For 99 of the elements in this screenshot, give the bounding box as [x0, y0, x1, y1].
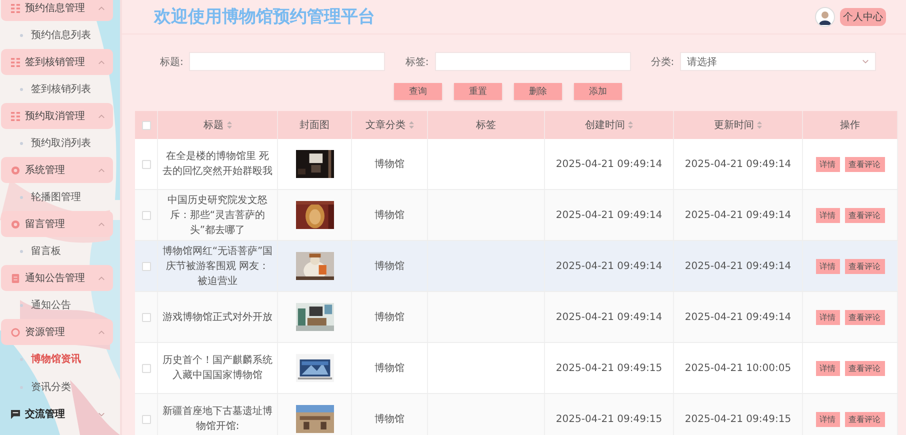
input-field[interactable] — [434, 52, 631, 71]
row-action-button[interactable]: 查看评论 — [844, 258, 884, 274]
profile-button[interactable]: 个人中心 — [840, 8, 886, 26]
chat-icon — [11, 410, 20, 418]
chevron-icon — [98, 222, 105, 226]
chevron-icon — [98, 6, 105, 10]
row-action-button[interactable]: 详情 — [816, 156, 840, 172]
table-cell-text: 历史首个！国产麒麟系统入藏中国国家博物馆 — [162, 354, 274, 383]
menu-group[interactable]: 签到核销管理 — [1, 49, 113, 75]
table-cell: 2025-04-21 09:49:14 — [556, 260, 662, 272]
sort-icon[interactable] — [226, 121, 232, 129]
action-button[interactable]: 删除 — [514, 83, 562, 100]
table-cell-text: 博物馆 — [374, 158, 404, 171]
table-cell-text: 博物馆 — [374, 310, 404, 324]
table-row[interactable]: 游戏博物馆正式对外开放 博物馆 2025-04-21 09:49:14 2025-04-21 09:49:14 详情 查看评论 — [135, 292, 898, 343]
grid-icon — [11, 58, 20, 66]
table-row[interactable]: 博物馆网红“无语菩萨”国庆节被游客围观 网友：被迫营业 博物馆 2025-04-21 09:49:14 2025-04-21 09:49:14 详情 查看评论 — [135, 241, 898, 292]
row-action-button[interactable]: 详情 — [816, 360, 840, 376]
menu-item[interactable]: 签到核销列表 — [0, 75, 120, 103]
chevron-icon — [98, 276, 105, 280]
menu-group[interactable]: 资源管理 — [1, 319, 113, 345]
action-button[interactable]: 重置 — [454, 83, 502, 100]
row-action-button[interactable]: 查看评论 — [844, 156, 884, 172]
menu-group[interactable]: 预约信息管理 — [1, 0, 113, 21]
table-cell-text: 博物馆 — [374, 208, 404, 222]
checkbox[interactable] — [142, 160, 150, 168]
chevron-icon — [98, 114, 105, 118]
menu-item[interactable]: 预约取消列表 — [0, 129, 120, 157]
menu-group[interactable]: 交流管理 — [1, 401, 113, 427]
table-cell-text: 中国历史研究院发文怒斥：那些“灵吉菩萨的头”都去哪了 — [166, 194, 268, 238]
table-row[interactable]: 历史首个！国产麒麟系统入藏中国国家博物馆 博物馆 2025-04-21 09:49:15 2025-04-21 10:00:05 详情 查看评论 — [135, 343, 898, 394]
document-icon — [11, 274, 20, 282]
checkbox[interactable] — [142, 210, 150, 220]
sort-icon[interactable] — [757, 121, 762, 129]
table-cell: 2025-04-21 09:49:14 — [556, 312, 662, 322]
field-label: 标签: — [405, 56, 429, 68]
table-cell: 2025-04-21 09:49:14 — [684, 312, 792, 322]
menu-item[interactable]: 留言板 — [0, 237, 120, 265]
table-cell: 2025-04-21 09:49:15 — [556, 362, 662, 374]
menu-item[interactable]: 通知公告 — [0, 291, 120, 319]
circle-icon — [11, 328, 20, 336]
table-cell: 2025-04-21 09:49:14 — [684, 260, 792, 272]
menu-group[interactable]: 通知公告管理 — [1, 265, 113, 291]
row-action-button[interactable]: 详情 — [816, 208, 840, 222]
row-action-button[interactable]: 详情 — [816, 412, 840, 426]
field-label: 标题: — [160, 56, 184, 68]
row-action-button[interactable]: 查看评论 — [844, 360, 884, 376]
checkbox[interactable] — [142, 120, 150, 130]
chevron-icon — [98, 330, 105, 334]
table-cell: 2025-04-21 09:49:14 — [556, 158, 662, 170]
action-button[interactable]: 查询 — [394, 83, 442, 100]
page-title: 欢迎使用博物馆预约管理平台 — [154, 6, 376, 28]
table-row[interactable]: 新疆首座地下古墓遗址博物馆开馆: 博物馆 2025-04-21 09:49:15 2025-04-21 09:49:15 详情 查看评论 — [135, 394, 898, 435]
menu-group[interactable]: 留言管理 — [1, 211, 113, 237]
menu-item[interactable]: 资讯分类 — [0, 373, 120, 401]
table-cell-text: 博物馆 — [374, 260, 404, 273]
table-cell-text: 新疆首座地下古墓遗址博物馆开馆: — [162, 404, 274, 434]
checkbox[interactable] — [142, 414, 150, 424]
avatar-icon[interactable] — [815, 6, 835, 26]
sort-icon[interactable] — [628, 121, 633, 129]
table-cell-text: 博物馆网红“无语菩萨”国庆节被游客围观 网友：被迫营业 — [161, 244, 274, 288]
field-label: 分类: — [650, 56, 674, 68]
table-cell: 2025-04-21 10:00:05 — [684, 362, 792, 374]
grid-icon — [11, 112, 20, 120]
menu-group[interactable]: 预约取消管理 — [1, 103, 113, 129]
menu-item[interactable]: 轮播图管理 — [0, 183, 120, 211]
chevron-icon — [98, 60, 105, 64]
menu-item[interactable]: 博物馆资讯 — [0, 345, 120, 373]
table-cell-text: 游戏博物馆正式对外开放 — [162, 310, 274, 324]
input-field[interactable] — [189, 52, 386, 71]
gear-icon — [11, 166, 20, 174]
row-action-button[interactable]: 详情 — [816, 310, 840, 324]
checkbox[interactable] — [142, 364, 150, 372]
table-cell: 2025-04-21 09:49:14 — [684, 210, 792, 220]
table-cell-text: 博物馆 — [374, 412, 404, 426]
sort-icon[interactable] — [408, 121, 414, 129]
table-cell: 2025-04-21 09:49:14 — [684, 158, 792, 170]
grid-icon — [11, 4, 20, 12]
checkbox[interactable] — [142, 312, 150, 322]
chevron-icon — [862, 59, 870, 64]
row-action-button[interactable]: 查看评论 — [844, 412, 884, 426]
menu-item[interactable]: 预约信息列表 — [0, 21, 120, 49]
gear-icon — [11, 220, 20, 228]
table-cell-text: 在全是楼的博物馆里 死去的回忆突然开始群殴我 — [162, 150, 274, 179]
chevron-icon — [98, 168, 105, 172]
table-row[interactable]: 中国历史研究院发文怒斥：那些“灵吉菩萨的头”都去哪了 博物馆 2025-04-21 09:49:14 2025-04-21 09:49:14 详情 查看评论 — [135, 190, 898, 241]
category-select[interactable]: 请选择 — [680, 52, 876, 71]
table-cell: 2025-04-21 09:49:15 — [684, 414, 792, 424]
action-button[interactable]: 添加 — [574, 83, 622, 100]
row-action-button[interactable]: 详情 — [816, 258, 840, 274]
table-cell: 2025-04-21 09:49:15 — [556, 414, 662, 424]
chevron-icon — [98, 412, 105, 416]
checkbox[interactable] — [142, 262, 150, 270]
table-cell-text: 博物馆 — [374, 362, 404, 375]
table-row[interactable]: 在全是楼的博物馆里 死去的回忆突然开始群殴我 博物馆 2025-04-21 09:49:14 2025-04-21 09:49:14 详情 查看评论 — [135, 139, 898, 190]
menu-group[interactable]: 系统管理 — [1, 157, 113, 183]
row-action-button[interactable]: 查看评论 — [844, 310, 884, 324]
row-action-button[interactable]: 查看评论 — [844, 208, 884, 222]
table-cell: 2025-04-21 09:49:14 — [556, 210, 662, 220]
